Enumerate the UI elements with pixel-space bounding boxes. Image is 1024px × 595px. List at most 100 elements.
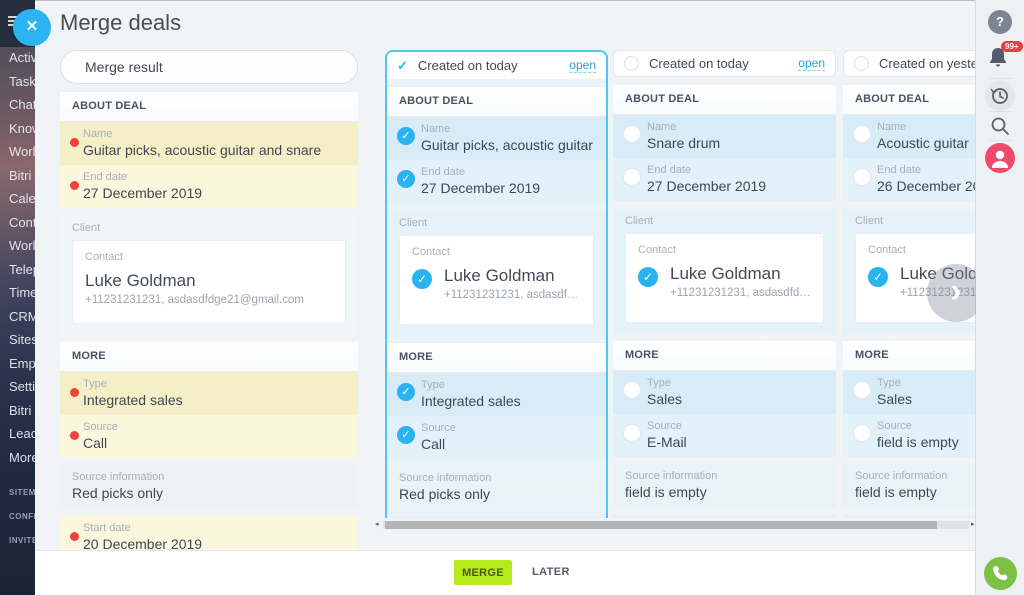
section-header-about-deal: ABOUT DEAL [843, 85, 976, 115]
field-row-type[interactable]: ✓ Type Integrated sales [387, 373, 606, 416]
sidebar-item[interactable]: More [0, 446, 35, 470]
close-slider-button[interactable]: ✕ [13, 9, 51, 46]
horizontal-scrollbar[interactable] [383, 521, 969, 529]
notifications-button[interactable]: 99+ [987, 46, 1013, 72]
checked-radio-icon[interactable]: ✓ [412, 269, 432, 289]
field-row-type[interactable]: Type Sales [613, 371, 836, 414]
sidebar-item[interactable]: Chat [0, 93, 35, 117]
help-button[interactable]: ? [988, 10, 1012, 34]
merge-deals-window: Activ Task Chat Know Worl Bitri Cale Con… [0, 0, 1024, 595]
checked-radio-icon[interactable]: ✓ [638, 267, 658, 287]
field-row-name[interactable]: ✓ Name Guitar picks, acoustic guitar and… [387, 117, 606, 160]
notification-badge: 99+ [1001, 41, 1023, 52]
field-row-end-date[interactable]: End date 27 December 2019 [613, 158, 836, 201]
contact-row[interactable]: ✓ Luke Goldman +11231231231, asdasdfdge2… [412, 266, 581, 301]
unchecked-radio-icon[interactable] [854, 56, 869, 71]
field-row-name: Name Guitar picks, acoustic guitar and s… [60, 122, 358, 165]
search-button[interactable] [989, 115, 1011, 137]
section-header-more: MORE [613, 341, 836, 371]
field-row-source-information: Source information Red picks only [60, 465, 358, 508]
unchecked-radio-icon[interactable] [623, 381, 641, 399]
sidebar-item[interactable]: Task [0, 70, 35, 94]
unchecked-radio-icon[interactable] [853, 168, 871, 186]
section-header-about-deal: ABOUT DEAL [613, 85, 836, 115]
contact-name: Luke Goldman [85, 271, 333, 291]
checked-radio-icon[interactable]: ✓ [397, 170, 415, 188]
sidebar-item[interactable]: Leac [0, 422, 35, 446]
field-row-source-information: Source information field is empty [843, 464, 976, 507]
page-title: Merge deals [60, 10, 181, 36]
field-row-end-date: End date 27 December 2019 [60, 165, 358, 208]
unchecked-radio-icon[interactable] [853, 424, 871, 442]
field-row-type[interactable]: Type Sales [843, 371, 976, 414]
deal-column-header[interactable]: Created on yesterday [843, 50, 976, 77]
sidebar-item[interactable]: Bitri [0, 164, 35, 188]
merge-result-field[interactable]: Merge result [60, 50, 358, 84]
deal-column-header[interactable]: Created on today open [613, 50, 836, 77]
telephony-button[interactable] [984, 557, 1017, 590]
divider [989, 140, 1012, 141]
divider [989, 78, 1012, 79]
sidebar-item[interactable]: Know [0, 117, 35, 141]
open-deal-link[interactable]: open [798, 57, 825, 71]
checked-radio-icon[interactable]: ✓ [397, 426, 415, 444]
sidebar-item[interactable]: CRM [0, 305, 35, 329]
sidebar-item[interactable]: Setti [0, 375, 35, 399]
unchecked-radio-icon[interactable] [623, 168, 641, 186]
field-row-source[interactable]: Source E-Mail [613, 414, 836, 457]
later-button[interactable]: LATER [532, 560, 570, 585]
chevron-right-icon: › [950, 272, 961, 310]
sidebar-item[interactable]: Worl [0, 140, 35, 164]
field-row-source[interactable]: ✓ Source Call [387, 416, 606, 459]
sidebar-footer-item[interactable]: SITEMA [0, 481, 35, 505]
section-header-more: MORE [843, 341, 976, 371]
required-dot-icon [70, 388, 79, 397]
sidebar-footer-item[interactable]: CONFI [0, 505, 35, 529]
open-deal-link[interactable]: open [569, 59, 596, 73]
contact-row: Luke Goldman +11231231231, asdasdfdge21@… [85, 271, 333, 306]
sidebar-item[interactable]: Cale [0, 187, 35, 211]
sidebar-item[interactable]: Bitri [0, 399, 35, 423]
right-icon-rail: ? 99+ [975, 0, 1024, 595]
field-row-start-date[interactable]: Start date 19 December 2019 [843, 515, 976, 518]
contact-name: Luke Goldman [670, 264, 811, 284]
unchecked-radio-icon[interactable] [623, 424, 641, 442]
field-row-end-date[interactable]: End date 26 December 2019 [843, 158, 976, 201]
check-icon[interactable]: ✓ [397, 58, 408, 74]
sidebar-footer-item[interactable]: INVITE [0, 529, 35, 553]
field-row-name[interactable]: Name Snare drum [613, 115, 836, 158]
section-header-about-deal: ABOUT DEAL [387, 87, 606, 117]
unchecked-radio-icon[interactable] [624, 56, 639, 71]
sidebar-item[interactable]: Telep [0, 258, 35, 282]
required-dot-icon [70, 532, 79, 541]
scroll-right-arrow-icon[interactable]: ▸ [971, 520, 975, 530]
scroll-left-arrow-icon[interactable]: ◂ [375, 520, 379, 530]
sidebar-item[interactable]: Cont [0, 211, 35, 235]
merge-button[interactable]: MERGE [454, 560, 512, 585]
checked-radio-icon[interactable]: ✓ [397, 383, 415, 401]
unchecked-radio-icon[interactable] [853, 125, 871, 143]
field-row-end-date[interactable]: ✓ End date 27 December 2019 [387, 160, 606, 203]
unchecked-radio-icon[interactable] [623, 125, 641, 143]
unchecked-radio-icon[interactable] [853, 381, 871, 399]
sidebar-item[interactable]: Emp [0, 352, 35, 376]
history-button[interactable] [985, 81, 1015, 111]
sidebar-item[interactable]: Activ [0, 46, 35, 70]
section-header-about-deal: ABOUT DEAL [60, 92, 358, 122]
sidebar-item[interactable]: Time [0, 281, 35, 305]
profile-button[interactable] [985, 143, 1015, 173]
field-row-name[interactable]: Name Acoustic guitar [843, 115, 976, 158]
field-row-start-date[interactable]: Start date 20 December 2019 [613, 515, 836, 518]
scrollbar-thumb[interactable] [385, 521, 937, 529]
sidebar-item[interactable]: Worl [0, 234, 35, 258]
sidebar-item[interactable]: Sites [0, 328, 35, 352]
contact-row[interactable]: ✓ Luke Goldman +11231231231, asdasdfdge2… [638, 264, 811, 299]
field-row-start-date[interactable]: ✓ Start date 20 December 2019 [387, 517, 606, 518]
field-row-source[interactable]: Source field is empty [843, 414, 976, 457]
checked-radio-icon[interactable]: ✓ [397, 127, 415, 145]
checked-radio-icon[interactable]: ✓ [868, 267, 888, 287]
field-row-type: Type Integrated sales [60, 372, 358, 415]
deal-column-header[interactable]: ✓ Created on today open [387, 52, 606, 79]
contact-info: +11231231231, asdasdfdge21@gm… [670, 287, 811, 299]
next-deals-button[interactable]: › [927, 264, 976, 322]
